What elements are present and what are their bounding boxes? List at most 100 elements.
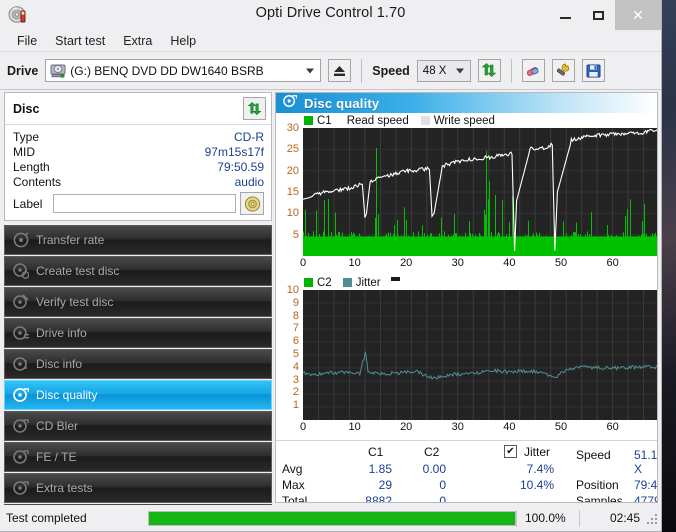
stats-max-jitter: 10.4%: [519, 478, 554, 492]
jitter-checkbox[interactable]: ✔: [504, 445, 517, 458]
sidebar-item-label: Verify test disc: [36, 295, 114, 309]
elapsed-time-label: 02:45: [609, 511, 640, 525]
sidebar-item-label: Create test disc: [36, 264, 120, 278]
disc-row-length: Length 79:50.59: [13, 160, 264, 174]
sidebar-item-disc-info[interactable]: Disc info: [4, 349, 272, 379]
c1-xtick: 20: [400, 257, 413, 269]
progress-bar-fill: [149, 511, 515, 525]
legend-read-speed: Read speed: [347, 115, 409, 127]
menu-file[interactable]: File: [8, 32, 46, 50]
disc-row-mid: MID 97m15s17f: [13, 145, 264, 159]
c1-xtick: 60: [606, 257, 619, 269]
drive-label: Drive: [7, 63, 39, 78]
c2-ytick: 3: [292, 373, 299, 386]
disc-label-input[interactable]: [53, 194, 236, 213]
c1-xtick: 50: [554, 257, 568, 269]
c1-ytick: 15: [286, 185, 299, 198]
sidebar-item-extra-tests[interactable]: Extra tests: [4, 473, 272, 503]
sidebar-item-label: Disc info: [36, 357, 83, 371]
c2-xtick: 50: [554, 421, 568, 433]
sidebar-item-transfer-rate[interactable]: Transfer rate: [4, 225, 272, 255]
eject-button[interactable]: [328, 59, 352, 82]
stats-avg-c2: 0.00: [422, 462, 446, 476]
legend-swatch-write-speed: [420, 116, 430, 125]
maximize-button[interactable]: [582, 0, 615, 30]
toolbar-divider-2: [510, 58, 512, 83]
c2-ytick: 10: [286, 284, 299, 296]
main-body: Disc Type CD-R MID 97m15s17f Length 79:5…: [0, 90, 661, 505]
c1-ytick: 30: [286, 122, 299, 134]
c2-xtick: 40: [503, 421, 516, 433]
stats-samples-value: 4779: [634, 494, 657, 503]
sidebar-item-verify-test-disc[interactable]: Verify test disc: [4, 287, 272, 317]
drive-select-value: (G:) BENQ DVD DD DW1640 BSRB: [70, 63, 264, 78]
stats-total-c1: 8882: [365, 494, 392, 503]
minimize-button[interactable]: [549, 0, 582, 30]
disc-label-key: Label: [13, 196, 43, 211]
sidebar-item-fe-te[interactable]: FE / TE: [4, 442, 272, 472]
disc-label-read-button[interactable]: [240, 192, 264, 215]
c2-ytick: 7: [292, 322, 299, 335]
c2-ytick: 4: [292, 360, 299, 373]
menu-extra[interactable]: Extra: [114, 32, 161, 50]
c2-jitter-chart: C2 Jitter 10 9 8 7 6 5 4 3 2 1 0 10 20 3…: [276, 275, 657, 440]
close-button[interactable]: ✕: [615, 0, 661, 30]
c1-plot-wrap: 30 25 20 15 10 5 0 10 20 30 40 50 60: [276, 122, 657, 275]
stats-col-c1: C1: [368, 445, 384, 459]
disc-panel-header: Disc: [5, 93, 271, 125]
sidebar-item-label: CD Bler: [36, 419, 79, 433]
erase-button[interactable]: [521, 59, 545, 82]
disc-row-mid-value: 97m15s17f: [204, 145, 264, 159]
sidebar-item-create-test-disc[interactable]: Create test disc: [4, 256, 272, 286]
save-button[interactable]: [581, 59, 605, 82]
sidebar-item-disc-quality[interactable]: Disc quality: [4, 380, 272, 410]
toolbar: Drive (G:) BENQ DVD DD DW1640 BSRB Speed…: [0, 52, 661, 90]
disc-info-rows: Type CD-R MID 97m15s17f Length 79:50.59 …: [5, 125, 271, 220]
c1-ytick: 25: [286, 143, 299, 156]
disc-row-contents-value: audio: [234, 175, 264, 189]
drive-select[interactable]: (G:) BENQ DVD DD DW1640 BSRB: [45, 59, 322, 82]
jitter-checkbox-box[interactable]: ✔: [504, 445, 517, 458]
legend-swatch-jitter: [342, 278, 352, 287]
progress-bar: [148, 510, 516, 526]
disc-row-length-key: Length: [13, 160, 50, 174]
stats-avg-jitter: 7.4%: [526, 462, 554, 476]
legend-label-jitter: Jitter: [355, 276, 381, 289]
disc-info-icon: [13, 356, 29, 372]
speed-select-value: 48 X: [422, 64, 447, 77]
speed-select[interactable]: 48 X: [416, 59, 471, 82]
menu-bar: File Start test Extra Help: [0, 30, 661, 52]
extra-tests-icon: [13, 480, 29, 496]
legend-swatch-c1: [304, 116, 313, 125]
disc-row-contents-key: Contents: [13, 175, 62, 189]
sidebar-item-cd-bler[interactable]: CD Bler: [4, 411, 272, 441]
c2-plot-wrap: 10 9 8 7 6 5 4 3 2 1 0 10 20 30 40 50 60: [276, 284, 657, 440]
chart-marker: [390, 277, 400, 281]
panel-title: Disc quality: [304, 95, 380, 111]
stats-col-c2: C2: [424, 445, 440, 459]
content-panel: Disc quality C1 Read speed Write speed 3…: [275, 92, 658, 503]
resize-grip[interactable]: [645, 512, 657, 524]
sidebar-item-drive-info[interactable]: Drive info: [4, 318, 272, 348]
status-message: Test completed: [6, 511, 87, 525]
menu-help[interactable]: Help: [161, 32, 205, 50]
menu-start-test[interactable]: Start test: [46, 32, 114, 50]
fe-te-icon: [13, 449, 29, 465]
legend-label-c1: C1: [317, 114, 332, 127]
c1-xtick: 10: [348, 257, 361, 269]
refresh-button[interactable]: [477, 59, 501, 82]
disc-refresh-button[interactable]: [243, 97, 266, 120]
nav-list: Transfer rate Create test disc Verify te…: [4, 225, 272, 505]
c2-plot-area: [303, 290, 657, 420]
c1-y-axis-left: 30 25 20 15 10 5: [276, 122, 302, 256]
sidebar-item-label: Disc quality: [36, 388, 98, 402]
speed-label: Speed: [372, 63, 410, 78]
c1-xtick: 0: [299, 257, 307, 269]
c1-chart: C1 Read speed Write speed 30 25 20 15 10…: [276, 113, 657, 275]
legend-jitter: Jitter: [342, 276, 381, 289]
application-window: Opti Drive Control 1.70 ✕ File Start tes…: [0, 0, 662, 532]
status-bar: Test completed 100.0% 02:45: [0, 505, 661, 531]
stats-row-total-key: Total: [282, 494, 308, 503]
c2-plot-svg: [303, 290, 657, 420]
tools-button[interactable]: [551, 59, 575, 82]
